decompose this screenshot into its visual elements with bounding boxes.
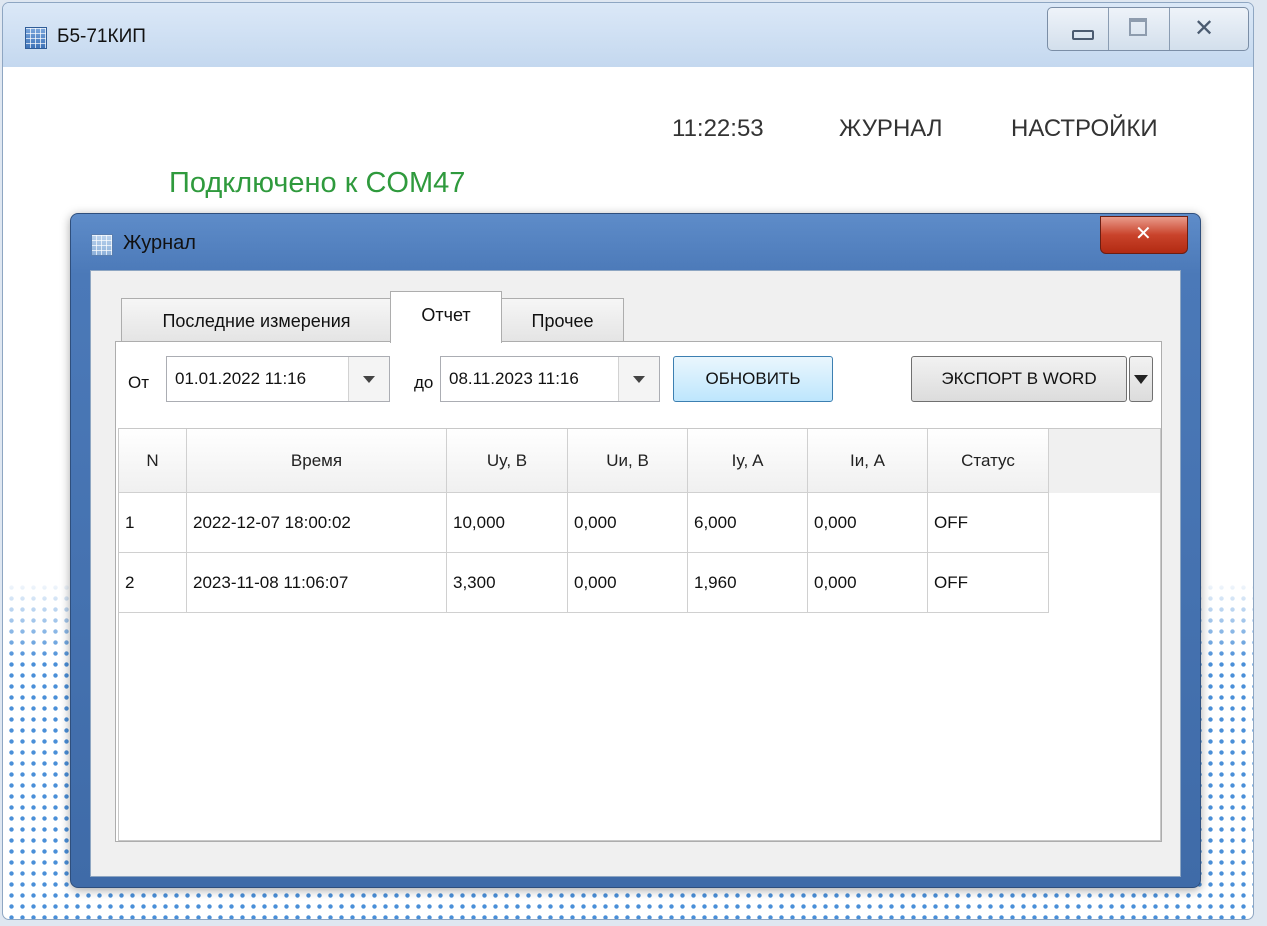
window-titlebar[interactable]: Б5-71КИП	[3, 3, 1253, 67]
column-header-uy[interactable]: Uy, B	[447, 429, 568, 493]
table-cell: OFF	[928, 553, 1049, 613]
date-from-value: 01.01.2022 11:16	[175, 369, 307, 388]
column-header-ui[interactable]: Uи, B	[568, 429, 688, 493]
column-header-ii[interactable]: Iи, A	[808, 429, 928, 493]
to-label: до	[414, 373, 434, 392]
close-button[interactable]	[1170, 8, 1248, 50]
table-cell: 0,000	[568, 493, 688, 553]
nav-journal[interactable]: ЖУРНАЛ	[839, 115, 943, 143]
column-header-iy[interactable]: Iy, A	[688, 429, 808, 493]
window-title: Б5-71КИП	[57, 26, 146, 47]
table-cell: 1	[119, 493, 187, 553]
refresh-button[interactable]: ОБНОВИТЬ	[673, 356, 833, 402]
date-to-value: 08.11.2023 11:16	[449, 369, 579, 388]
nav-settings[interactable]: НАСТРОЙКИ	[1011, 115, 1158, 143]
dialog-title: Журнал	[123, 232, 196, 254]
dialog-content: Последние измерения Отчет Прочее От 01.0…	[90, 270, 1181, 877]
table-cell: 2022-12-07 18:00:02	[187, 493, 447, 553]
window-controls	[1047, 7, 1249, 51]
app-icon	[25, 27, 47, 49]
table-cell: 1,960	[688, 553, 808, 613]
table-row[interactable]: 2 2023-11-08 11:06:07 3,300 0,000 1,960 …	[119, 553, 1049, 613]
tab-report[interactable]: Отчет	[390, 291, 502, 343]
table-cell: 0,000	[568, 553, 688, 613]
table-row[interactable]: 1 2022-12-07 18:00:02 10,000 0,000 6,000…	[119, 493, 1049, 553]
table-cell: 0,000	[808, 493, 928, 553]
maximize-button[interactable]	[1109, 8, 1170, 50]
chevron-down-icon[interactable]	[618, 357, 659, 401]
table-cell: 2	[119, 553, 187, 613]
column-header-status[interactable]: Статус	[928, 429, 1049, 493]
from-label: От	[128, 373, 150, 392]
dialog-close-button[interactable]	[1100, 216, 1188, 254]
connection-status: Подключено к COM47	[169, 167, 466, 199]
journal-dialog: Журнал Последние измерения Отчет Прочее …	[70, 213, 1201, 888]
table-body: 1 2022-12-07 18:00:02 10,000 0,000 6,000…	[119, 493, 1049, 613]
table-cell: 6,000	[688, 493, 808, 553]
table-cell: 2023-11-08 11:06:07	[187, 553, 447, 613]
column-header-time[interactable]: Время	[187, 429, 447, 493]
table-cell: OFF	[928, 493, 1049, 553]
table-header: N Время Uy, B Uи, B Iy, A Iи, A Статус	[119, 429, 1049, 493]
chevron-down-icon[interactable]	[348, 357, 389, 401]
minimize-button[interactable]	[1048, 8, 1109, 50]
tab-other[interactable]: Прочее	[501, 298, 624, 342]
measurements-table: N Время Uy, B Uи, B Iy, A Iи, A Статус 1…	[118, 428, 1161, 841]
export-dropdown-icon[interactable]	[1129, 356, 1153, 402]
date-from-picker[interactable]: 01.01.2022 11:16	[166, 356, 390, 402]
clock: 11:22:53	[672, 115, 764, 142]
export-word-button[interactable]: ЭКСПОРТ В WORD	[911, 356, 1127, 402]
table-cell: 3,300	[447, 553, 568, 613]
table-cell: 10,000	[447, 493, 568, 553]
date-to-picker[interactable]: 08.11.2023 11:16	[440, 356, 660, 402]
column-header-n[interactable]: N	[119, 429, 187, 493]
report-panel: От 01.01.2022 11:16 до 08.11.2023 11:16 …	[115, 341, 1162, 842]
table-cell: 0,000	[808, 553, 928, 613]
dialog-icon	[91, 234, 113, 256]
tab-last-measurements[interactable]: Последние измерения	[121, 298, 392, 342]
